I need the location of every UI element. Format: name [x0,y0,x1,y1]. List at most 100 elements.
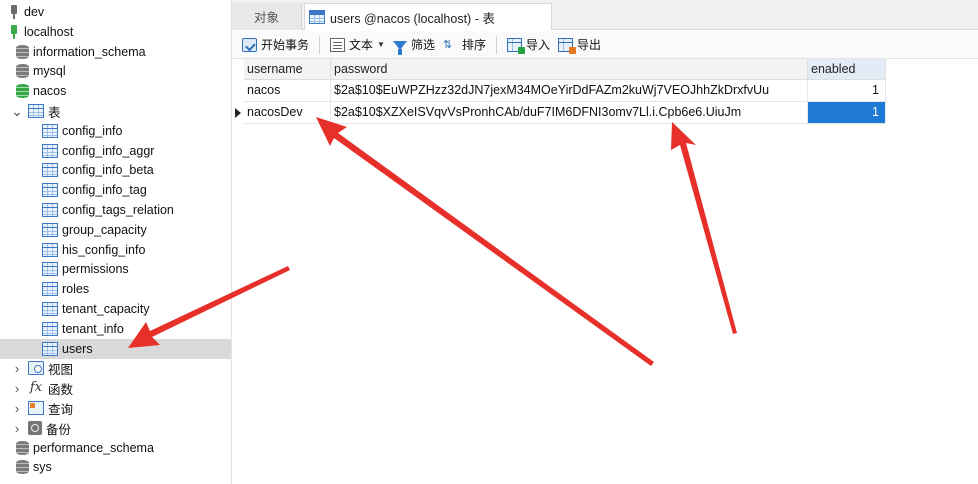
toolbar-separator [319,35,321,54]
sidebar-item-folder-19[interactable]: › fx 函数 [0,378,231,398]
sidebar-item-config-info[interactable]: config_info [0,121,231,141]
query-icon [28,401,44,415]
table-icon [42,203,58,217]
sidebar-item-performance-schema[interactable]: performance_schema [0,438,231,458]
sidebar-item-config-tags-relation[interactable]: config_tags_relation [0,200,231,220]
table-icon [309,10,325,24]
sidebar-item-label: roles [62,282,90,296]
tab-title: users @nacos (localhost) - 表 [330,11,495,26]
sidebar-item-roles[interactable]: roles [0,279,231,299]
filter-icon [392,41,407,55]
text-button[interactable]: 文本 ▼ [326,34,389,56]
table-icon [42,342,58,356]
sort-label: 排序 [461,38,486,52]
table-icon [42,163,58,177]
cell-password[interactable]: $2a$10$EuWPZHzz32dJN7jexM34MOeYirDdFAZm2… [331,80,808,102]
column-header-username[interactable]: username [244,59,331,80]
sidebar-item-localhost[interactable]: localhost [0,22,231,42]
sidebar-item-folder-20[interactable]: › 查询 [0,398,231,418]
table-icon [42,282,58,296]
sidebar-item-label: config_info_aggr [62,144,155,158]
sidebar-item-label: config_info [62,124,123,138]
sidebar-item-nacos[interactable]: nacos [0,81,231,101]
chevron-right-icon[interactable]: › [12,358,22,378]
tab-users-table[interactable]: users @nacos (localhost) - 表 [304,3,552,30]
sidebar-item-label: users [62,342,93,356]
sidebar-item-label: group_capacity [62,223,147,237]
sidebar-item-label: information_schema [33,45,146,59]
tab-objects[interactable]: 对象 [232,3,302,30]
toolbar-separator [495,35,497,54]
sidebar-item-config-info-aggr[interactable]: config_info_aggr [0,141,231,161]
column-header-password[interactable]: password [331,59,808,80]
cell-enabled[interactable]: 1 [808,102,886,124]
chevron-right-icon[interactable]: › [12,418,22,438]
row-gutter[interactable] [232,80,244,102]
sidebar-item-label: config_info_beta [62,163,154,177]
view-icon [28,361,44,375]
sidebar-item-label: 函数 [48,382,74,397]
database-icon [16,45,29,59]
backup-icon [28,421,42,435]
row-gutter[interactable] [232,102,244,124]
object-navigator: dev localhost information_schemamysql nacos… [0,0,232,484]
sidebar-item-tenant-info[interactable]: tenant_info [0,319,231,339]
sidebar-item-folder-5[interactable]: ⌄ 表 [0,101,231,121]
export-label: 导出 [577,38,602,52]
chevron-down-icon[interactable]: ⌄ [11,101,23,121]
sidebar-item-label: config_tags_relation [62,203,174,217]
text-label: 文本 [349,38,374,52]
sidebar-item-config-info-beta[interactable]: config_info_beta [0,160,231,180]
chevron-down-icon[interactable]: ▼ [377,40,385,49]
sidebar-item-users[interactable]: users [0,339,231,359]
export-button[interactable]: 导出 [554,34,605,56]
sidebar-item-permissions[interactable]: permissions [0,259,231,279]
sidebar-item-information-schema[interactable]: information_schema [0,42,231,62]
sidebar-item-his-config-info[interactable]: his_config_info [0,240,231,260]
table-icon [28,104,44,118]
sidebar-item-label: config_info_tag [62,183,147,197]
sidebar-item-label: 视图 [48,362,74,377]
transaction-icon [242,37,257,52]
cell-password[interactable]: $2a$10$XZXeISVqvVsPronhCAb/duF7IM6DFNI3o… [331,102,808,124]
table-icon [42,262,58,276]
data-grid: username password enabled nacos $2a$10$E… [232,59,978,484]
sidebar-item-label: 查询 [48,402,74,417]
sidebar-item-label: localhost [24,25,74,39]
database-icon [16,84,29,98]
sidebar-item-config-info-tag[interactable]: config_info_tag [0,180,231,200]
sidebar-item-label: sys [33,460,52,474]
chevron-right-icon[interactable]: › [12,398,22,418]
sidebar-item-label: dev [24,5,45,19]
import-icon [506,37,525,54]
sidebar-item-dev[interactable]: dev [0,2,231,22]
sidebar-item-folder-21[interactable]: › 备份 [0,418,231,438]
import-button[interactable]: 导入 [503,34,554,56]
sidebar-item-tenant-capacity[interactable]: tenant_capacity [0,299,231,319]
table-editor: 对象 users @nacos (localhost) - 表 开始事务 文本 … [232,0,978,484]
sidebar-item-label: tenant_info [62,322,124,336]
filter-button[interactable]: 筛选 [389,34,439,56]
sidebar-item-mysql[interactable]: mysql [0,61,231,81]
chevron-right-icon[interactable]: › [12,378,22,398]
tab-bar: 对象 users @nacos (localhost) - 表 [232,0,978,30]
table-icon [42,223,58,237]
sidebar-item-folder-18[interactable]: › 视图 [0,358,231,378]
sidebar-item-label: nacos [33,84,67,98]
begin-transaction-button[interactable]: 开始事务 [238,34,313,56]
text-icon [330,37,346,52]
cell-username[interactable]: nacos [244,80,331,102]
table-icon [42,243,58,257]
sort-button[interactable]: ⇅ 排序 [439,34,490,56]
import-label: 导入 [525,38,550,52]
sidebar-item-sys[interactable]: sys [0,457,231,477]
sidebar-item-group-capacity[interactable]: group_capacity [0,220,231,240]
column-header-enabled[interactable]: enabled [808,59,886,80]
filter-label: 筛选 [410,38,435,52]
table-icon [42,144,58,158]
cell-username[interactable]: nacosDev [244,102,331,124]
database-icon [16,64,29,78]
current-row-marker-icon [235,108,241,118]
sidebar-item-label: performance_schema [33,441,154,455]
cell-enabled[interactable]: 1 [808,80,886,102]
